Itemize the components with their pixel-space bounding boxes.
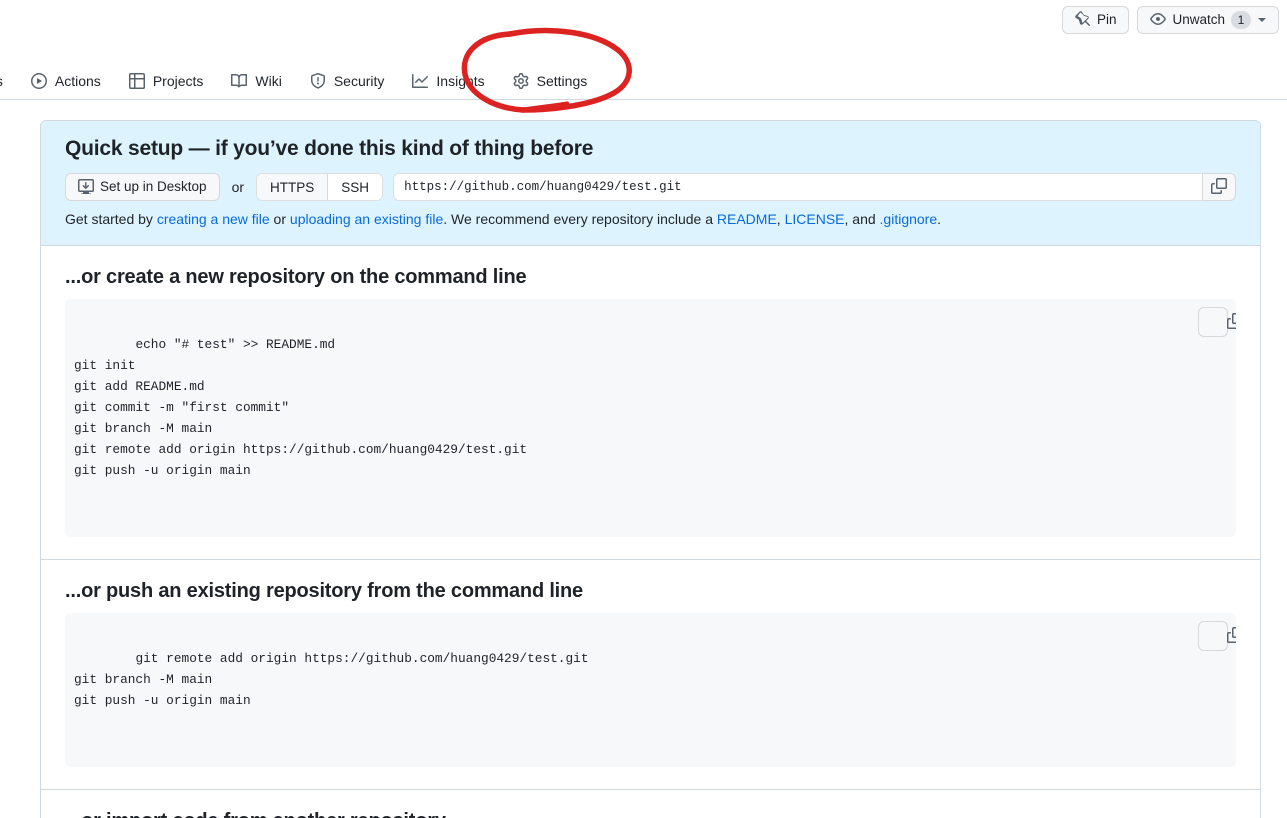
copy-push-code-button[interactable]: [1198, 621, 1236, 651]
license-link[interactable]: LICENSE: [785, 211, 845, 227]
set-up-in-desktop-button[interactable]: Set up in Desktop: [65, 173, 220, 201]
copy-icon: [1183, 613, 1236, 661]
push-repository-section: ...or push an existing repository from t…: [41, 560, 1260, 790]
gear-icon: [513, 73, 529, 89]
or-separator-label: or: [231, 179, 245, 195]
gitignore-link[interactable]: .gitignore: [880, 211, 938, 227]
pin-button-label: Pin: [1096, 12, 1117, 28]
repository-header: Pin Unwatch 1 ts Actions: [0, 0, 1287, 113]
create-repository-title: ...or create a new repository on the com…: [65, 266, 527, 288]
pin-button[interactable]: Pin: [1061, 6, 1130, 34]
book-icon: [231, 73, 248, 89]
push-repository-title: ...or push an existing repository from t…: [65, 580, 583, 602]
create-repository-section: ...or create a new repository on the com…: [41, 246, 1260, 560]
get-started-text: Get started by creating a new file or up…: [65, 211, 1236, 227]
quick-setup-title: Quick setup — if you’ve done this kind o…: [65, 137, 594, 160]
shield-icon: [310, 73, 326, 89]
chevron-down-icon: [1258, 18, 1266, 22]
sidebar-item-settings[interactable]: Settings: [503, 64, 598, 98]
push-repository-code: git remote add origin https://github.com…: [65, 613, 1236, 767]
get-started-suffix: .: [937, 211, 942, 227]
sidebar-item-actions[interactable]: Actions: [21, 64, 111, 98]
protocol-ssh-button[interactable]: SSH: [328, 174, 383, 200]
nav-item-label: Security: [333, 73, 385, 89]
repo-url-input[interactable]: [393, 173, 1202, 201]
copy-icon: [1211, 177, 1227, 197]
get-started-mid3: , and: [844, 211, 880, 227]
repo-url-field-group: [393, 173, 1236, 201]
creating-a-new-file-link[interactable]: creating a new file: [157, 211, 270, 227]
repository-nav: ts Actions Projects: [0, 54, 601, 98]
desktop-button-label: Set up in Desktop: [100, 179, 207, 195]
import-code-title: ...or import code from another repositor…: [65, 810, 1236, 818]
sidebar-item-insights[interactable]: Insights: [402, 64, 494, 98]
get-started-mid1: or: [269, 211, 290, 227]
nav-item-label: Insights: [436, 73, 485, 89]
watch-count-badge: 1: [1231, 11, 1251, 29]
setup-panel: Quick setup — if you’ve done this kind o…: [40, 120, 1261, 818]
pin-icon: [1075, 10, 1091, 30]
protocol-https-button[interactable]: HTTPS: [257, 174, 329, 200]
unwatch-button-label: Unwatch: [1172, 12, 1225, 28]
quick-setup-banner: Quick setup — if you’ve done this kind o…: [41, 121, 1260, 246]
copy-url-button[interactable]: [1202, 173, 1236, 201]
nav-item-label: Actions: [54, 73, 101, 89]
nav-item-label: Projects: [152, 73, 204, 89]
sidebar-item-pull-requests[interactable]: ts: [0, 64, 13, 98]
nav-item-label: Settings: [536, 73, 588, 89]
repository-setup-page: Quick setup — if you’ve done this kind o…: [0, 100, 1287, 818]
sidebar-item-security[interactable]: Security: [300, 64, 395, 98]
create-repository-code-text: echo "# test" >> README.md git init git …: [74, 337, 528, 478]
protocol-toggle: HTTPS SSH: [256, 173, 384, 201]
create-repository-code: echo "# test" >> README.md git init git …: [65, 299, 1236, 537]
get-started-prefix: Get started by: [65, 211, 157, 227]
graph-icon: [412, 73, 429, 89]
quick-setup-controls: Set up in Desktop or HTTPS SSH: [65, 173, 1236, 201]
nav-item-label: ts: [0, 73, 3, 89]
readme-link[interactable]: README: [717, 211, 777, 227]
eye-icon: [1150, 11, 1167, 30]
get-started-mid2: . We recommend every repository include …: [443, 211, 717, 227]
repo-action-buttons: Pin Unwatch 1: [1061, 6, 1279, 34]
sidebar-item-wiki[interactable]: Wiki: [221, 64, 291, 98]
push-repository-code-text: git remote add origin https://github.com…: [74, 651, 589, 708]
unwatch-button[interactable]: Unwatch 1: [1137, 6, 1279, 34]
uploading-an-existing-file-link[interactable]: uploading an existing file: [290, 211, 443, 227]
copy-create-code-button[interactable]: [1198, 307, 1236, 337]
import-code-section: ...or import code from another repositor…: [41, 790, 1260, 818]
desktop-download-icon: [78, 178, 94, 197]
copy-icon: [1183, 299, 1236, 347]
nav-item-label: Wiki: [255, 73, 282, 89]
play-circle-icon: [30, 73, 47, 89]
get-started-sep1: ,: [776, 211, 785, 227]
table-icon: [128, 73, 145, 89]
sidebar-item-projects[interactable]: Projects: [119, 64, 214, 98]
